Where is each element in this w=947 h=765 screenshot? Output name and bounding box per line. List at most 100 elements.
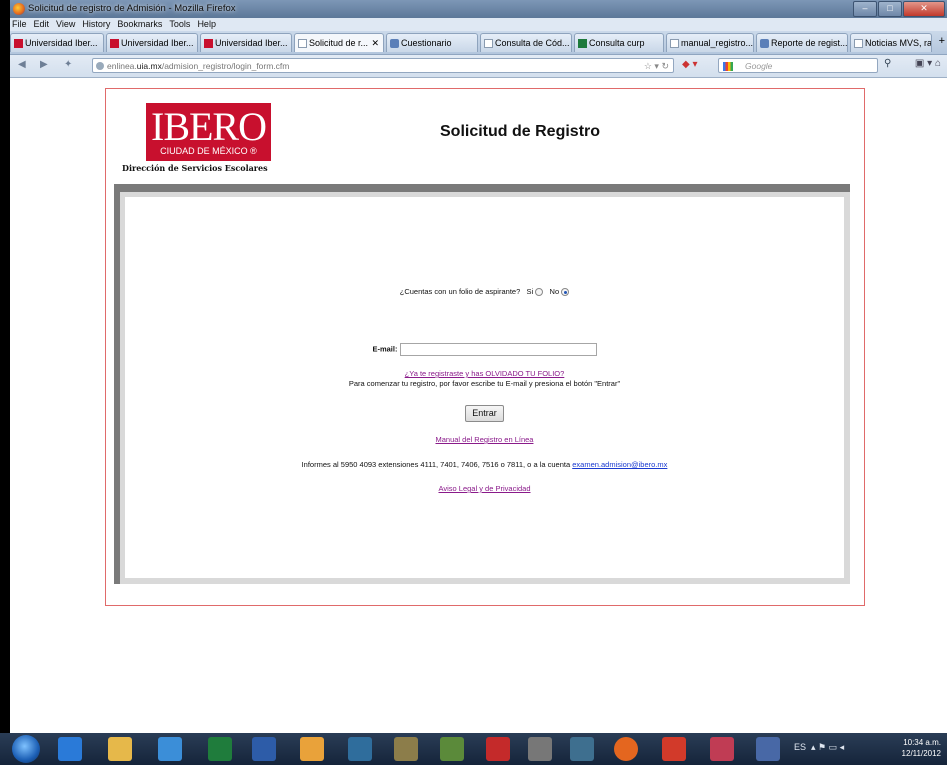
paint-icon[interactable] (440, 737, 464, 761)
email-label: E-mail: (372, 344, 398, 354)
back-arrow-icon[interactable]: ◀ (18, 59, 26, 70)
addon-toolbar-icon[interactable]: ◆ ▾ (682, 59, 698, 70)
graphics-icon[interactable] (710, 737, 734, 761)
tab-label: Cuestionario (401, 38, 452, 48)
url-bar[interactable]: enlinea.uia.mx/admision_registro/login_f… (92, 58, 674, 73)
forgot-folio-link[interactable]: ¿Ya te registraste y has OLVIDADO TU FOL… (405, 369, 565, 378)
privacy-link[interactable]: Aviso Legal y de Privacidad (439, 484, 531, 493)
excel-icon (578, 39, 587, 48)
close-tab-icon[interactable]: ✕ (371, 34, 379, 52)
tab-consulta-curp[interactable]: Consulta curp (574, 33, 664, 52)
email-row: E-mail: (125, 343, 844, 356)
acrobat-icon[interactable] (662, 737, 686, 761)
bookmark-star-icon[interactable]: ☆ ▾ ↻ (644, 59, 669, 74)
home-icon[interactable]: ▣ ▾ ⌂ (915, 58, 941, 69)
taskbar: ES ▴ ⚑ ▭ ◂ 10:34 a.m. 12/11/2012 (0, 733, 947, 765)
tools-icon[interactable] (570, 737, 594, 761)
tab-universidad-3[interactable]: Universidad Iber... (200, 33, 292, 52)
menu-bookmarks[interactable]: Bookmarks (117, 18, 162, 31)
tab-bar: Universidad Iber... Universidad Iber... … (10, 31, 947, 55)
ibero-favicon-icon (204, 39, 213, 48)
manual-link[interactable]: Manual del Registro en Línea (436, 435, 534, 444)
menu-view[interactable]: View (56, 18, 75, 31)
tab-label: Universidad Iber... (215, 38, 288, 48)
outlook-icon[interactable] (300, 737, 324, 761)
addon-icon[interactable]: ✦ (64, 59, 72, 70)
menu-help[interactable]: Help (197, 18, 216, 31)
questionnaire-icon (390, 39, 399, 48)
folio-question-row: ¿Cuentas con un folio de aspirante? Si N… (125, 287, 844, 297)
menu-tools[interactable]: Tools (169, 18, 190, 31)
close-window-button[interactable]: ✕ (903, 1, 945, 17)
url-path: /admision_registro/login_form.cfm (161, 61, 290, 71)
tab-universidad-2[interactable]: Universidad Iber... (106, 33, 198, 52)
tab-label: Solicitud de r... (309, 38, 369, 48)
tab-manual-registro[interactable]: manual_registro... (666, 33, 754, 52)
minimize-button[interactable]: – (853, 1, 877, 17)
option-no-label: No (549, 287, 560, 296)
tab-cuestionario[interactable]: Cuestionario (386, 33, 478, 52)
tab-label: manual_registro... (681, 38, 754, 48)
tab-reporte-registro[interactable]: Reporte de regist... (756, 33, 848, 52)
draw-icon[interactable] (486, 737, 510, 761)
info-text: Informes al 5950 4093 extensiones 4111, … (301, 460, 571, 469)
publisher-icon[interactable] (348, 737, 372, 761)
tab-label: Noticias MVS, ra... (865, 38, 932, 48)
folder-icon[interactable] (108, 737, 132, 761)
system-tray-icons[interactable]: ES ▴ ⚑ ▭ ◂ (794, 742, 844, 753)
calculator-icon[interactable] (528, 737, 552, 761)
visio-icon[interactable] (756, 737, 780, 761)
folio-yes-radio[interactable] (535, 288, 544, 297)
tab-label: Consulta curp (589, 38, 645, 48)
forward-arrow-icon[interactable]: ▶ (40, 59, 48, 70)
start-button[interactable] (12, 735, 40, 763)
search-placeholder: Google (745, 61, 773, 71)
language-indicator[interactable]: ES (794, 742, 806, 752)
folio-question: ¿Cuentas con un folio de aspirante? (399, 287, 521, 296)
navigation-bar: ◀ ▶ ✦ enlinea.uia.mx/admision_registro/l… (10, 55, 947, 78)
page-title: Solicitud de Registro (440, 123, 601, 140)
tab-universidad-1[interactable]: Universidad Iber... (10, 33, 104, 52)
tab-consulta-cod[interactable]: Consulta de Cód... (480, 33, 572, 52)
ibero-logo: IBERO CIUDAD DE MÉXICO ® (146, 103, 271, 161)
clock[interactable]: 10:34 a.m. 12/11/2012 (902, 737, 941, 759)
media-player-icon[interactable] (158, 737, 182, 761)
url-prefix: enlinea. (107, 61, 137, 71)
menu-edit[interactable]: Edit (34, 18, 50, 31)
admission-email-link[interactable]: examen.admision@ibero.mx (572, 460, 667, 469)
blank-page-icon (670, 39, 679, 48)
tab-label: Reporte de regist... (771, 38, 848, 48)
privacy-row: Aviso Legal y de Privacidad (125, 484, 844, 493)
info-row: Informes al 5950 4093 extensiones 4111, … (125, 460, 844, 469)
site-identity-icon[interactable] (96, 62, 104, 70)
search-magnifier-icon[interactable]: ⚲ (884, 58, 891, 69)
pen-icon[interactable] (394, 737, 418, 761)
clock-date: 12/11/2012 (901, 749, 941, 758)
email-field[interactable] (399, 343, 597, 356)
folio-no-radio[interactable] (561, 288, 570, 297)
menu-history[interactable]: History (82, 18, 110, 31)
menu-file[interactable]: File (12, 18, 27, 31)
blank-page-icon (854, 39, 863, 48)
search-input[interactable]: Google (718, 58, 878, 73)
url-domain: uia.mx (136, 61, 162, 71)
word-icon[interactable] (252, 737, 276, 761)
new-tab-icon[interactable]: + (939, 35, 945, 47)
option-yes-label: Si (526, 287, 534, 296)
form-panel: ¿Cuentas con un folio de aspirante? Si N… (125, 197, 844, 578)
tab-noticias[interactable]: Noticias MVS, ra... (850, 33, 932, 52)
tab-label: Universidad Iber... (121, 38, 194, 48)
manual-row: Manual del Registro en Línea (125, 435, 844, 444)
internet-explorer-icon[interactable] (58, 737, 82, 761)
enter-button[interactable]: Entrar (465, 405, 504, 422)
browser-window: Solicitud de registro de Admisión - Mozi… (10, 0, 947, 733)
ibero-favicon-icon (110, 39, 119, 48)
firefox-taskbar-icon[interactable] (614, 737, 638, 761)
firefox-icon (13, 3, 25, 15)
tab-solicitud-active[interactable]: Solicitud de r... ✕ (294, 33, 384, 52)
enter-row: Entrar (125, 405, 844, 422)
window-title: Solicitud de registro de Admisión - Mozi… (28, 3, 236, 14)
excel-icon[interactable] (208, 737, 232, 761)
blank-page-icon (484, 39, 493, 48)
maximize-button[interactable]: □ (878, 1, 902, 17)
